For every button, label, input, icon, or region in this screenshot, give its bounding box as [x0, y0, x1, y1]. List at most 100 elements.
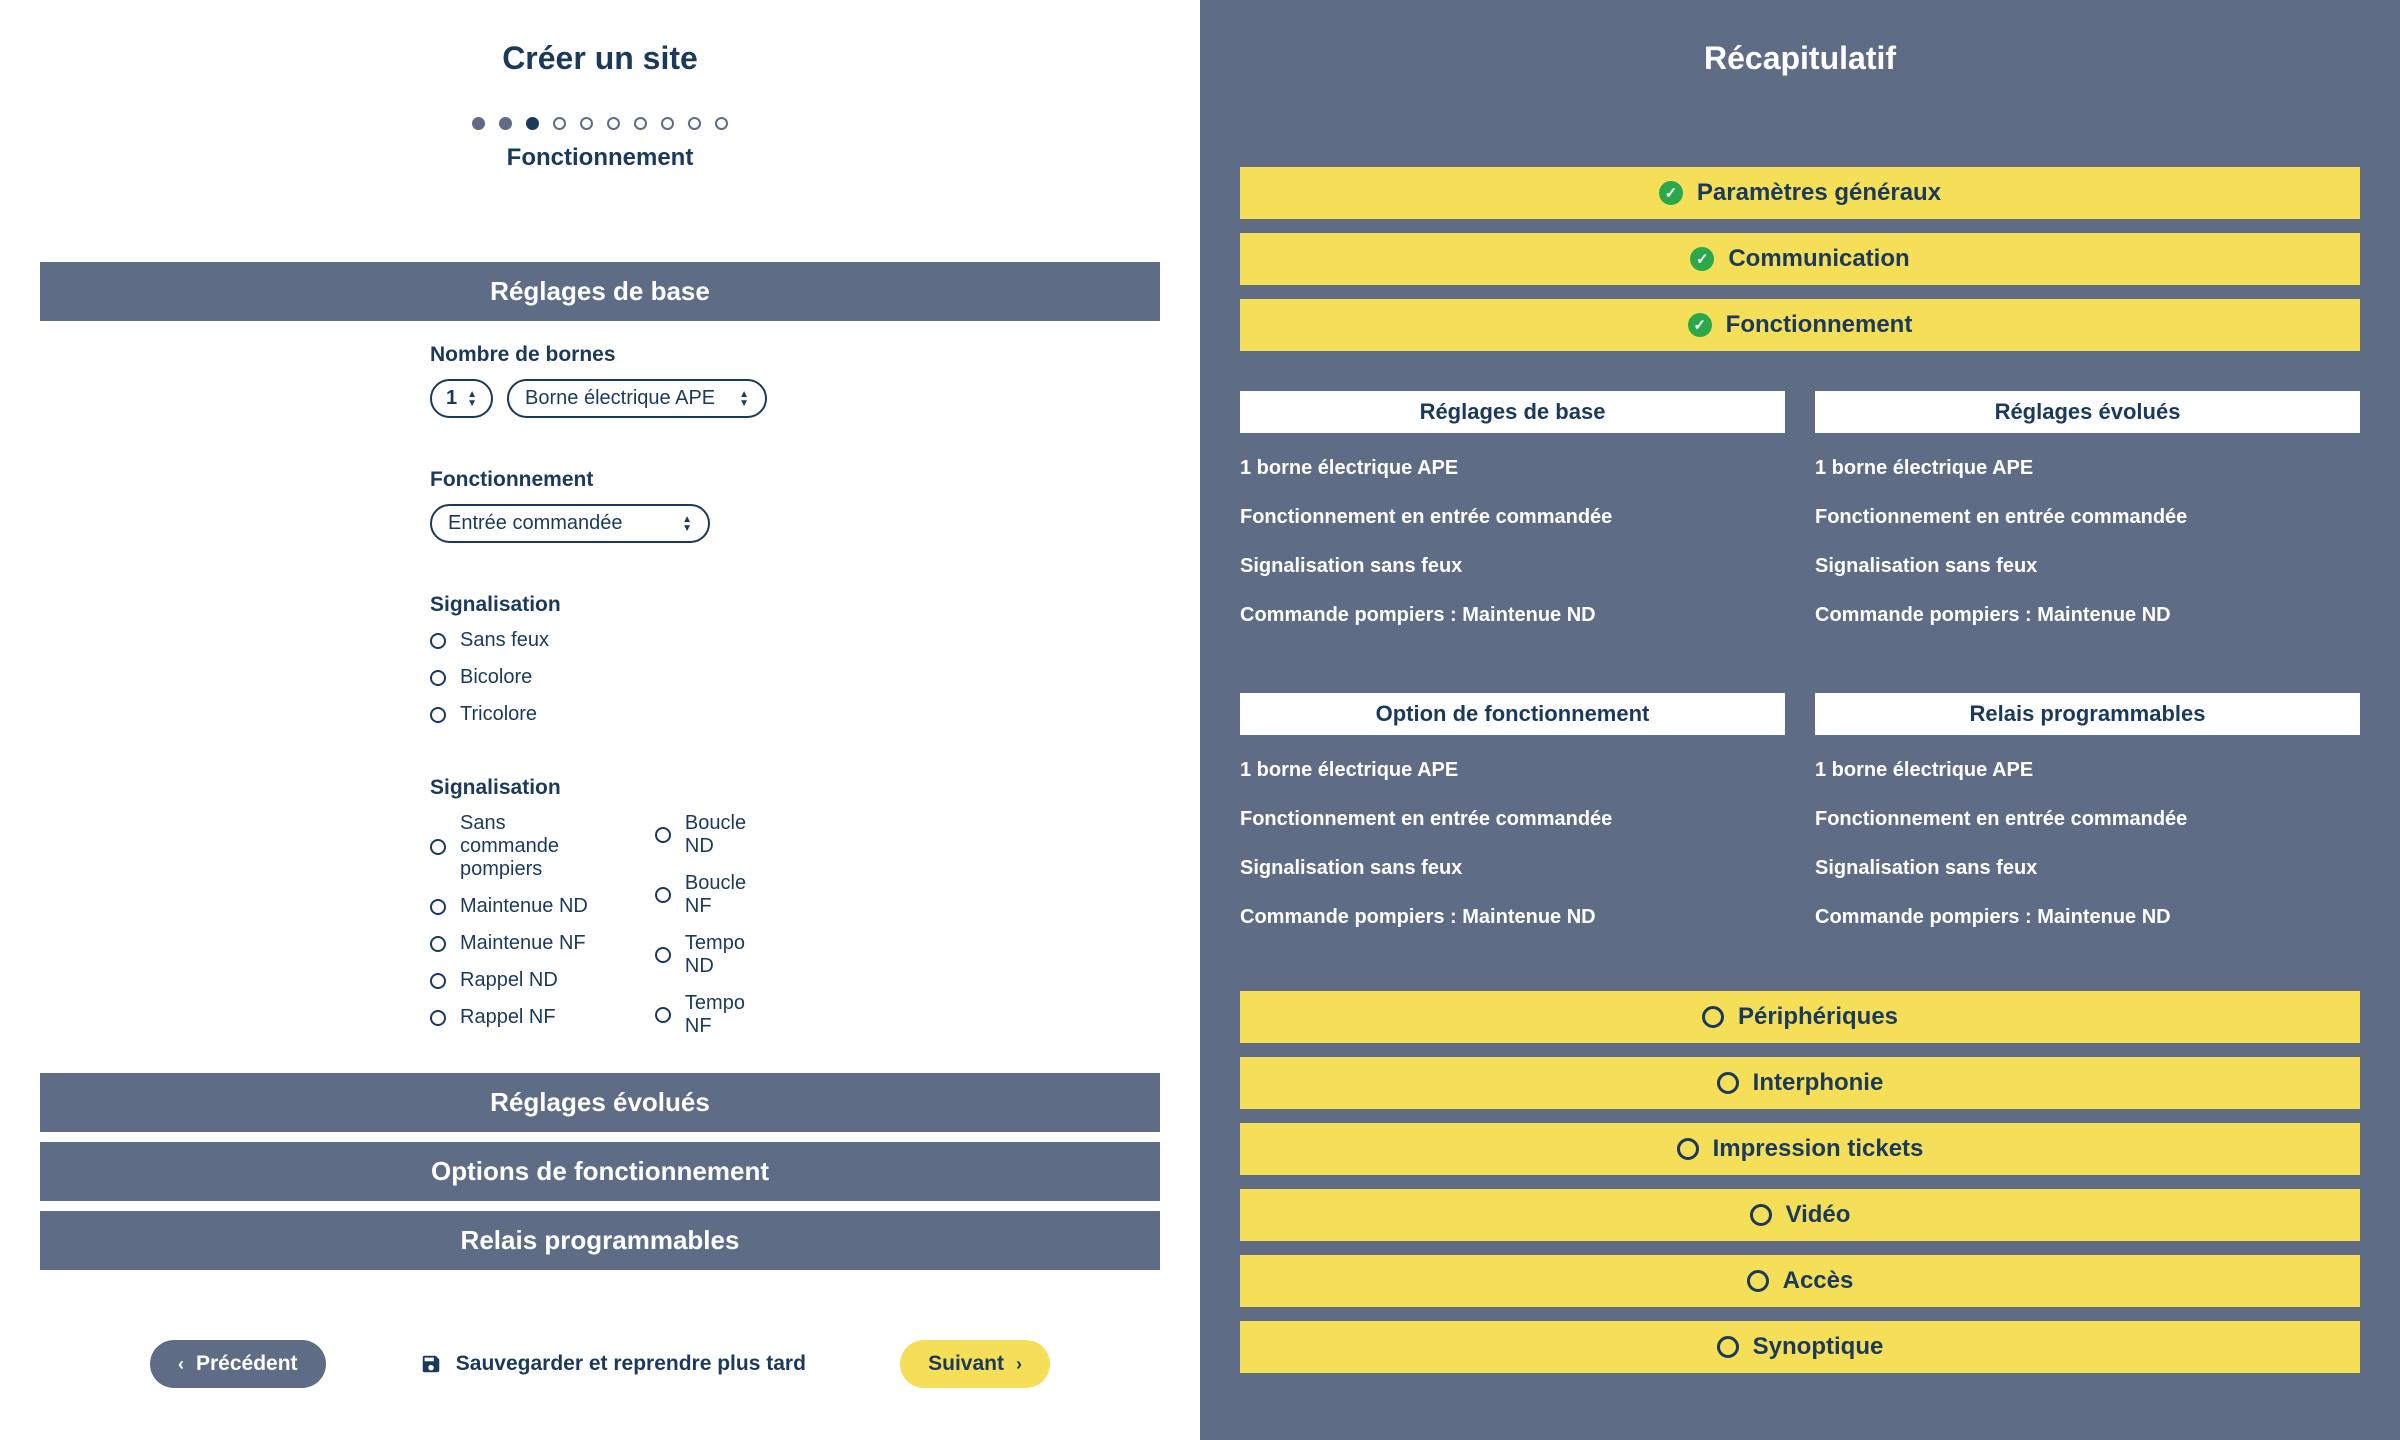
- bornes-type-select[interactable]: Borne électrique APE ▲▼: [507, 379, 767, 418]
- recap-grid: Réglages de base1 borne électrique APEFo…: [1240, 391, 2360, 653]
- step-dot[interactable]: [553, 117, 566, 130]
- radio-option[interactable]: Tempo NF: [655, 992, 770, 1038]
- section-relais[interactable]: Relais programmables: [40, 1211, 1160, 1270]
- recap-column: Option de fonctionnement1 borne électriq…: [1240, 693, 1785, 955]
- step-dot[interactable]: [715, 117, 728, 130]
- recap-step-label: Interphonie: [1753, 1069, 1884, 1097]
- save-button[interactable]: Sauvegarder et reprendre plus tard: [420, 1352, 806, 1376]
- radio-icon: [430, 973, 446, 989]
- radio-option[interactable]: Sans commande pompiers: [430, 812, 595, 881]
- radio-option[interactable]: Boucle ND: [655, 812, 770, 858]
- radio-option[interactable]: Rappel ND: [430, 969, 595, 992]
- recap-column: Réglages de base1 borne électrique APEFo…: [1240, 391, 1785, 653]
- recap-step-completed[interactable]: ✓ Fonctionnement: [1240, 299, 2360, 351]
- radio-option[interactable]: Rappel NF: [430, 1006, 595, 1029]
- radio-icon: [430, 839, 446, 855]
- right-panel: Récapitulatif ✓Paramètres généraux✓Commu…: [1200, 0, 2400, 1440]
- recap-step-label: Accès: [1783, 1267, 1854, 1295]
- signalisation1-label: Signalisation: [430, 593, 770, 617]
- recap-step-incomplete[interactable]: Accès: [1240, 1255, 2360, 1307]
- recap-item: Fonctionnement en entrée commandée: [1815, 808, 2360, 831]
- recap-step-incomplete[interactable]: Interphonie: [1240, 1057, 2360, 1109]
- signalisation2-radios: Sans commande pompiers Maintenue ND Mainte…: [430, 812, 770, 1038]
- step-dot[interactable]: [472, 117, 485, 130]
- recap-step-incomplete[interactable]: Périphériques: [1240, 991, 2360, 1043]
- recap-step-label: Paramètres généraux: [1697, 179, 1941, 207]
- recap-step-completed[interactable]: ✓Communication: [1240, 233, 2360, 285]
- radio-option[interactable]: Boucle NF: [655, 872, 770, 918]
- recap-step-label: Communication: [1728, 245, 1909, 273]
- recap-step-incomplete[interactable]: Vidéo: [1240, 1189, 2360, 1241]
- radio-label: Boucle NF: [685, 872, 770, 918]
- recap-step-incomplete[interactable]: Synoptique: [1240, 1321, 2360, 1373]
- recap-step-label: Fonctionnement: [1726, 311, 1913, 339]
- recap-step-label: Synoptique: [1753, 1333, 1884, 1361]
- step-dot[interactable]: [634, 117, 647, 130]
- recap-item: 1 borne électrique APE: [1815, 457, 2360, 480]
- recap-item: Fonctionnement en entrée commandée: [1240, 506, 1785, 529]
- radio-icon: [430, 707, 446, 723]
- circle-icon: [1702, 1006, 1724, 1028]
- circle-icon: [1717, 1336, 1739, 1358]
- save-icon: [420, 1353, 442, 1375]
- radio-icon: [655, 887, 671, 903]
- recap-step-label: Périphériques: [1738, 1003, 1898, 1031]
- bornes-type-value: Borne électrique APE: [525, 387, 715, 410]
- step-dot[interactable]: [607, 117, 620, 130]
- check-icon: ✓: [1688, 313, 1712, 337]
- step-dot[interactable]: [499, 117, 512, 130]
- fonctionnement-select[interactable]: Entrée commandée ▲▼: [430, 504, 710, 543]
- step-dot[interactable]: [526, 117, 539, 130]
- bottom-bar: ‹ Précédent Sauvegarder et reprendre plu…: [40, 1340, 1160, 1388]
- recap-step-label: Impression tickets: [1713, 1135, 1924, 1163]
- radio-label: Rappel NF: [460, 1006, 556, 1029]
- section-evolues[interactable]: Réglages évolués: [40, 1073, 1160, 1132]
- section-options[interactable]: Options de fonctionnement: [40, 1142, 1160, 1201]
- chevron-left-icon: ‹: [178, 1354, 184, 1375]
- stepper-arrows-icon: ▲▼: [467, 390, 477, 408]
- select-arrows-icon: ▲▼: [682, 515, 692, 533]
- radio-icon: [430, 670, 446, 686]
- prev-button[interactable]: ‹ Précédent: [150, 1340, 326, 1388]
- radio-option[interactable]: Tempo ND: [655, 932, 770, 978]
- circle-icon: [1750, 1204, 1772, 1226]
- step-label: Fonctionnement: [40, 144, 1160, 172]
- recap-item: Signalisation sans feux: [1815, 857, 2360, 880]
- recap-item: Signalisation sans feux: [1815, 555, 2360, 578]
- radio-label: Rappel ND: [460, 969, 558, 992]
- prev-label: Précédent: [196, 1352, 298, 1376]
- chevron-right-icon: ›: [1016, 1354, 1022, 1375]
- recap-title: Récapitulatif: [1240, 40, 2360, 77]
- radio-option[interactable]: Sans feux: [430, 629, 770, 652]
- section-base[interactable]: Réglages de base: [40, 262, 1160, 321]
- recap-item: Fonctionnement en entrée commandée: [1815, 506, 2360, 529]
- signalisation2-label: Signalisation: [430, 776, 770, 800]
- radio-label: Sans commande pompiers: [460, 812, 595, 881]
- bornes-label: Nombre de bornes: [430, 343, 770, 367]
- circle-icon: [1677, 1138, 1699, 1160]
- bornes-count-stepper[interactable]: 1 ▲▼: [430, 379, 493, 418]
- radio-icon: [430, 1010, 446, 1026]
- recap-item: Commande pompiers : Maintenue ND: [1240, 906, 1785, 929]
- recap-item: Commande pompiers : Maintenue ND: [1815, 906, 2360, 929]
- recap-item: 1 borne électrique APE: [1240, 457, 1785, 480]
- step-dot[interactable]: [580, 117, 593, 130]
- step-dot[interactable]: [661, 117, 674, 130]
- next-button[interactable]: Suivant ›: [900, 1340, 1050, 1388]
- circle-icon: [1747, 1270, 1769, 1292]
- radio-option[interactable]: Maintenue NF: [430, 932, 595, 955]
- radio-icon: [430, 936, 446, 952]
- circle-icon: [1717, 1072, 1739, 1094]
- radio-label: Bicolore: [460, 666, 532, 689]
- radio-option[interactable]: Tricolore: [430, 703, 770, 726]
- recap-step-completed[interactable]: ✓Paramètres généraux: [1240, 167, 2360, 219]
- recap-step-incomplete[interactable]: Impression tickets: [1240, 1123, 2360, 1175]
- bornes-count-value: 1: [446, 387, 457, 410]
- next-label: Suivant: [928, 1352, 1004, 1376]
- radio-option[interactable]: Bicolore: [430, 666, 770, 689]
- radio-label: Maintenue ND: [460, 895, 588, 918]
- recap-column: Réglages évolués1 borne électrique APEFo…: [1815, 391, 2360, 653]
- page-title: Créer un site: [40, 40, 1160, 77]
- radio-option[interactable]: Maintenue ND: [430, 895, 595, 918]
- step-dot[interactable]: [688, 117, 701, 130]
